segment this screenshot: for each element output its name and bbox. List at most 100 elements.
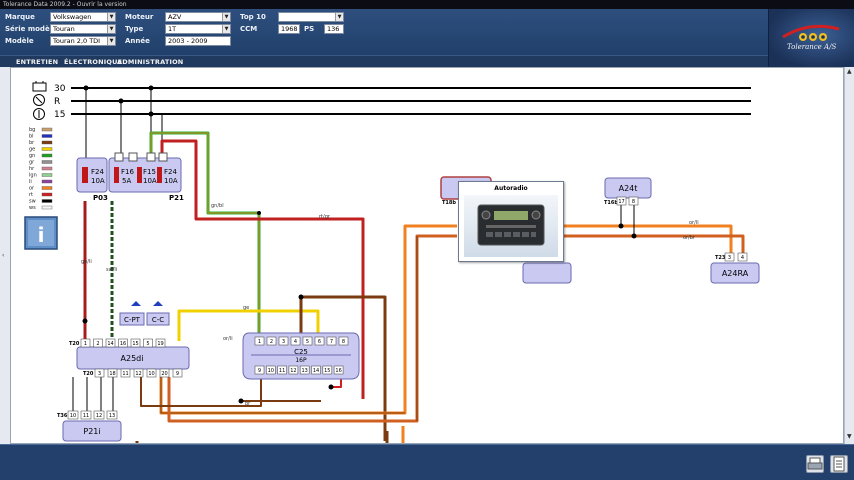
fuse-f16-label: F16 bbox=[121, 168, 134, 176]
wire-label-ge: ge bbox=[243, 305, 249, 311]
connector-t18b-label: T18b bbox=[442, 200, 456, 206]
pin-number: 8 bbox=[632, 199, 635, 205]
pin-number: 5 bbox=[146, 341, 149, 347]
legend-code: br bbox=[29, 140, 35, 146]
connector-c25-label: C25 bbox=[294, 348, 308, 356]
pin-number: 16 bbox=[335, 368, 341, 374]
legend-code: gr bbox=[29, 160, 35, 166]
rail-r-label: R bbox=[54, 97, 60, 107]
battery-icon bbox=[32, 81, 47, 92]
legend-code: li bbox=[29, 179, 32, 185]
info-button[interactable]: i bbox=[24, 216, 58, 250]
document-icon bbox=[833, 456, 845, 472]
wire-label-orli2: or/li bbox=[689, 220, 699, 226]
chevron-left-icon[interactable]: ‹ bbox=[2, 252, 4, 259]
fuse-f16-rating: 5A bbox=[122, 177, 131, 185]
connector-c-c[interactable]: C-C bbox=[146, 301, 170, 326]
module-a25di-label: A25di bbox=[121, 354, 144, 363]
pin-number: 11 bbox=[279, 368, 285, 374]
fuse-f24-rating: 10A bbox=[91, 177, 105, 185]
left-scroll-strip: ‹ bbox=[0, 67, 10, 444]
connector-c-pt[interactable]: C-PT bbox=[119, 301, 145, 326]
scroll-up-icon[interactable]: ▲ bbox=[847, 68, 852, 75]
pin-number: 16 bbox=[120, 341, 126, 347]
window-title: Tolerance Data 2009.2 - Ouvrir la versio… bbox=[3, 1, 127, 8]
legend-code: ws bbox=[29, 205, 36, 211]
chevron-down-icon[interactable]: ▼ bbox=[107, 13, 115, 21]
connector-c-c-label: C-C bbox=[152, 316, 164, 324]
fuse-box-p21[interactable]: F16 5A F15 10A F24 10A P21 bbox=[108, 152, 184, 202]
legend-code: rt bbox=[29, 192, 33, 198]
chevron-down-icon[interactable]: ▼ bbox=[107, 37, 115, 45]
type-select[interactable]: 1T ▼ bbox=[165, 24, 231, 34]
module-p21i[interactable]: T36 10 11 12 13 P21i bbox=[57, 410, 122, 442]
legend-swatch bbox=[41, 179, 53, 184]
module-a24t[interactable]: A24t T16b 17 8 bbox=[604, 177, 652, 206]
legend-code: sw bbox=[29, 199, 36, 205]
pin-number: 11 bbox=[83, 413, 89, 419]
pin-number: 14 bbox=[313, 368, 319, 374]
legend-swatch bbox=[41, 186, 53, 190]
vertical-scrollbar[interactable]: ▲ ▼ bbox=[844, 67, 854, 444]
pin-number: 10 bbox=[148, 371, 154, 377]
wiring-diagram: 30 R 15 bgblbrgegngrhrlgnliorrtswws i gn… bbox=[24, 81, 760, 443]
rail-15-label: 15 bbox=[54, 110, 65, 120]
wire-label-rtgr: rt/gr bbox=[319, 214, 331, 220]
pin-number: 3 bbox=[728, 255, 731, 261]
annee-label: Année bbox=[125, 37, 150, 45]
autoradio-popup[interactable]: Autoradio bbox=[458, 181, 564, 262]
legend-code: bl bbox=[29, 134, 34, 140]
print-button[interactable] bbox=[806, 455, 824, 473]
annee-field: 2003 - 2009 bbox=[165, 36, 231, 46]
connector-t16b-label: T16b bbox=[604, 200, 618, 206]
wiring-diagram-canvas[interactable]: 30 R 15 bg bl br ge gn gr hr lgn li or rt sw ws i bbox=[10, 67, 844, 444]
pin-number: 20 bbox=[161, 371, 167, 377]
connector-c25[interactable]: C25 16P 12345678 9 10 11 12 13 14 15 16 bbox=[242, 332, 360, 380]
pin-number: 4 bbox=[741, 255, 744, 261]
pin-number: 17 bbox=[618, 199, 624, 205]
legend-code: hr bbox=[29, 166, 35, 172]
pin-number: 11 bbox=[122, 371, 128, 377]
top10-select[interactable]: ▼ bbox=[278, 12, 344, 22]
module-a24ra-label: A24RA bbox=[722, 269, 749, 278]
legend-swatch bbox=[41, 127, 53, 132]
fuse-box-p03[interactable]: F24 10A P03 bbox=[76, 157, 108, 202]
app-window: Tolerance Data 2009.2 - Ouvrir la versio… bbox=[0, 0, 854, 480]
pin-number: 6 bbox=[318, 339, 321, 345]
bottom-toolbar bbox=[0, 444, 854, 480]
document-button[interactable] bbox=[830, 455, 848, 473]
module-a25di[interactable]: T20 A25di 1 2 14 16 15 5 19 T20 3 18 11 12 10 20 9 bbox=[69, 338, 190, 378]
legend-swatch bbox=[41, 134, 53, 138]
chevron-down-icon[interactable]: ▼ bbox=[335, 13, 343, 21]
pin-number: 2 bbox=[270, 339, 273, 345]
marque-select[interactable]: Volkswagen ▼ bbox=[50, 12, 116, 22]
fuse-f15-rating: 10A bbox=[143, 177, 157, 185]
marque-label: Marque bbox=[5, 13, 35, 21]
fuse-f24b-rating: 10A bbox=[164, 177, 178, 185]
legend-code: gn bbox=[29, 153, 35, 159]
menu-item-administration[interactable]: ADMINISTRATION bbox=[117, 58, 183, 66]
pin-number: 7 bbox=[330, 339, 333, 345]
ccm-label: CCM bbox=[240, 25, 258, 33]
serie-select[interactable]: Touran ▼ bbox=[50, 24, 116, 34]
chevron-down-icon[interactable]: ▼ bbox=[222, 13, 230, 21]
menu-item-entretien[interactable]: ENTRETIEN bbox=[16, 58, 58, 66]
menu-item-electronique[interactable]: ÉLECTRONIQUE bbox=[64, 58, 122, 66]
ccm-field: 1968 bbox=[278, 24, 300, 34]
pin-number: 5 bbox=[306, 339, 309, 345]
ignition-icon bbox=[33, 94, 45, 106]
legend-swatch bbox=[41, 199, 53, 203]
pin-number: 13 bbox=[302, 368, 308, 374]
pin-number: 10 bbox=[268, 368, 274, 374]
top10-label: Top 10 bbox=[240, 13, 266, 21]
modele-select[interactable]: Touran 2,0 TDI ▼ bbox=[50, 36, 116, 46]
pin-number: 12 bbox=[290, 368, 296, 374]
chevron-down-icon[interactable]: ▼ bbox=[107, 25, 115, 33]
pin-number: 9 bbox=[176, 371, 179, 377]
fuse-f15-label: F15 bbox=[143, 168, 156, 176]
module-a24ra[interactable]: T23 3 4 A24RA bbox=[710, 252, 760, 284]
chevron-down-icon[interactable]: ▼ bbox=[222, 25, 230, 33]
scroll-down-icon[interactable]: ▼ bbox=[847, 433, 852, 440]
wire-label-orli: or/li bbox=[223, 336, 233, 342]
moteur-select[interactable]: AZV ▼ bbox=[165, 12, 231, 22]
